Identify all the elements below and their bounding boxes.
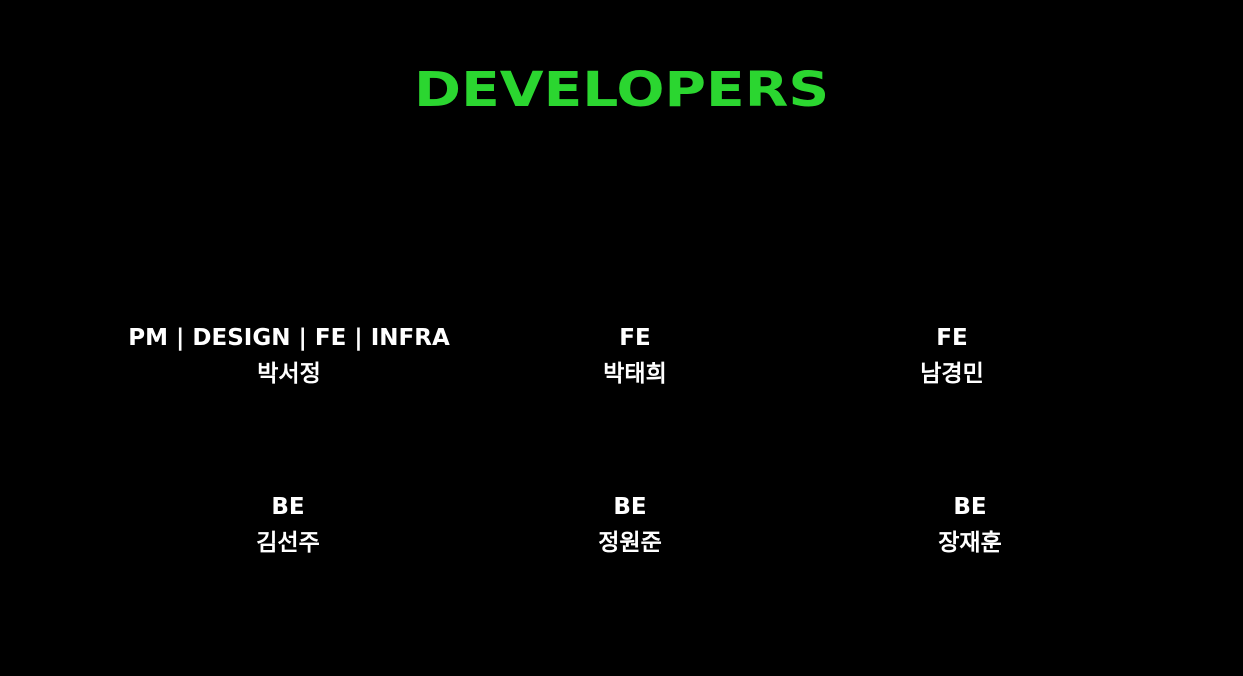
member-name: 김선주 xyxy=(256,530,320,556)
member-card: BE 장재훈 xyxy=(790,489,1150,561)
member-name: 박태희 xyxy=(603,361,667,387)
member-role: BE xyxy=(953,494,987,520)
member-role: FE xyxy=(619,325,651,351)
member-role: BE xyxy=(271,494,305,520)
member-role: FE xyxy=(936,325,968,351)
member-card: FE 남경민 xyxy=(772,320,1132,392)
member-name: 남경민 xyxy=(920,361,984,387)
member-card: BE 김선주 xyxy=(108,489,468,561)
member-name: 박서정 xyxy=(257,361,321,387)
member-card: PM | DESIGN | FE | INFRA 박서정 xyxy=(109,320,469,392)
member-role: BE xyxy=(613,494,647,520)
member-card: FE 박태희 xyxy=(455,320,815,392)
page-title: DEVELOPERS xyxy=(414,62,830,118)
member-role: PM | DESIGN | FE | INFRA xyxy=(128,325,450,351)
member-name: 장재훈 xyxy=(938,530,1002,556)
member-name: 정원준 xyxy=(598,530,662,556)
member-card: BE 정원준 xyxy=(450,489,810,561)
